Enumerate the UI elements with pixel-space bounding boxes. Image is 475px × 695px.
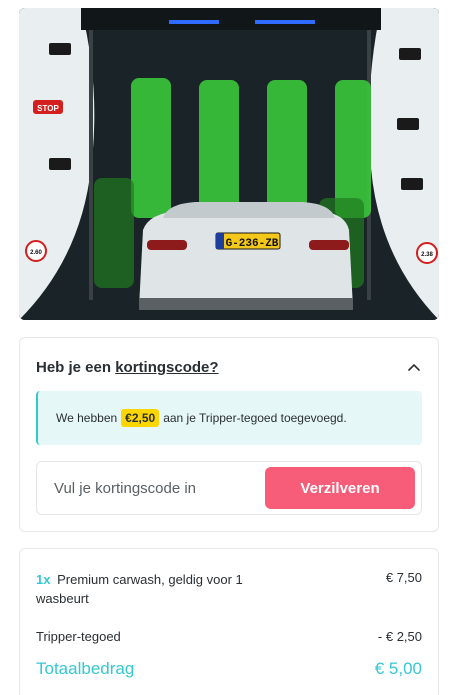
credit-label: Tripper-tegoed xyxy=(36,629,121,644)
success-suffix: aan je Tripper-tegoed toegevoegd. xyxy=(163,411,347,425)
chevron-up-icon[interactable] xyxy=(406,359,422,375)
license-plate: G-236-ZB xyxy=(226,238,279,250)
promo-code-form: Verzilveren xyxy=(36,461,422,515)
hero-image: G-236-ZB STOP 2.60 2.38 xyxy=(19,8,439,320)
height-sign-left: 2.60 xyxy=(30,250,42,256)
promo-header-toggle[interactable]: Heb je een kortingscode? xyxy=(36,356,422,378)
promo-code-input[interactable] xyxy=(54,479,254,497)
promo-title-link[interactable]: kortingscode? xyxy=(115,359,218,376)
product-price: € 7,50 xyxy=(385,570,422,585)
total-label: Totaalbedrag xyxy=(36,659,135,678)
order-line-product: 1x Premium carwash, geldig voor 1 wasbeu… xyxy=(36,570,422,608)
promo-code-card: Heb je een kortingscode? We hebben €2,50… xyxy=(19,337,439,532)
total-value: € 5,00 xyxy=(374,659,422,678)
order-summary-card: 1x Premium carwash, geldig voor 1 wasbeu… xyxy=(19,548,439,695)
promo-title: Heb je een kortingscode? xyxy=(36,359,219,376)
success-prefix: We hebben xyxy=(56,411,118,425)
stop-sign-text: STOP xyxy=(37,104,59,113)
promo-success-message: We hebben €2,50 aan je Tripper-tegoed to… xyxy=(36,391,422,445)
product-name: Premium carwash, geldig voor 1 wasbeurt xyxy=(36,572,243,606)
promo-title-prefix: Heb je een xyxy=(36,358,112,376)
order-line-total: Totaalbedrag € 5,00 xyxy=(36,659,422,679)
order-line-credit: Tripper-tegoed - € 2,50 xyxy=(36,629,422,644)
success-amount-badge: €2,50 xyxy=(121,409,160,427)
product-quantity: 1x xyxy=(36,572,51,587)
height-sign-right: 2.38 xyxy=(421,252,433,258)
credit-value: - € 2,50 xyxy=(377,629,422,644)
redeem-button[interactable]: Verzilveren xyxy=(265,467,415,509)
